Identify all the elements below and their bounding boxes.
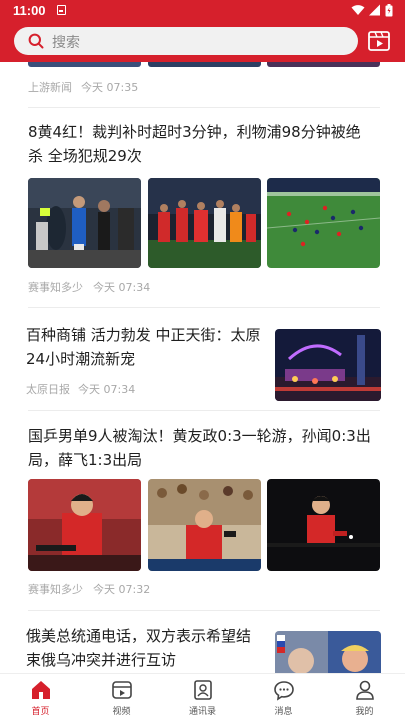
nav-video[interactable]: 视频 (81, 674, 162, 720)
nav-label: 消息 (274, 707, 293, 717)
news-thumbnail (28, 479, 141, 571)
divider (28, 610, 380, 611)
news-time: 今天 07:32 (93, 583, 151, 596)
video-icon (112, 681, 132, 699)
news-feed[interactable]: 上游新闻 今天 07:35 8黄4红！裁判补时超时3分钟，利物浦98分钟被绝 杀… (0, 62, 405, 673)
nav-message[interactable]: 消息 (243, 674, 324, 720)
signal-icon (369, 4, 380, 16)
news-thumbnail (28, 178, 141, 268)
app-header: 11:00 搜索 (0, 0, 405, 62)
news-time: 今天 07:35 (81, 81, 139, 94)
message-icon (274, 681, 294, 701)
news-thumbnail (148, 479, 261, 571)
nav-label: 首页 (31, 707, 50, 717)
contacts-icon (194, 680, 212, 700)
home-icon (32, 681, 50, 699)
news-thumbnail (275, 631, 381, 673)
notification-app-icon (57, 5, 66, 15)
news-thumbnail (275, 329, 381, 401)
news-title: 8黄4红！裁判补时超时3分钟，利物浦98分钟被绝 杀 全场犯规29次 (28, 123, 361, 165)
nav-contacts[interactable]: 通讯录 (162, 674, 243, 720)
news-source: 上游新闻 (28, 81, 72, 94)
video-play-icon[interactable] (367, 29, 391, 53)
news-thumbnail (267, 178, 380, 268)
news-thumbnail (148, 178, 261, 268)
news-time: 今天 07:34 (78, 383, 136, 396)
status-bar: 11:00 (0, 0, 405, 22)
news-title: 国乒男单9人被淘汰！黄友政0:3一轮游，孙闻0:3出 局，薛飞1:3出局 (28, 427, 371, 469)
news-thumbnail (28, 62, 141, 67)
divider (28, 410, 380, 411)
divider (28, 307, 380, 308)
news-source: 赛事知多少 (28, 583, 83, 596)
news-title: 百种商铺 活力勃发 中正天街：太原 24小时潮流新宠 (26, 326, 261, 368)
bottom-nav: 首页 视频 通讯录 消息 我的 (0, 673, 405, 720)
wifi-icon (351, 5, 365, 15)
nav-label: 我的 (355, 707, 374, 717)
news-thumbnail (267, 62, 380, 67)
news-thumbnail (148, 62, 261, 67)
news-time: 今天 07:34 (93, 281, 151, 294)
nav-profile[interactable]: 我的 (324, 674, 405, 720)
nav-home[interactable]: 首页 (0, 674, 81, 720)
search-icon (28, 33, 44, 49)
status-time: 11:00 (13, 3, 46, 18)
news-source: 赛事知多少 (28, 281, 83, 294)
nav-label: 视频 (112, 707, 131, 717)
search-placeholder: 搜索 (52, 35, 80, 51)
news-title: 俄美总统通电话，双方表示希望结 束俄乌冲突并进行互访 (26, 627, 252, 669)
divider (28, 107, 380, 108)
nav-label: 通讯录 (188, 707, 216, 717)
battery-icon (385, 4, 393, 17)
news-source: 太原日报 (26, 383, 70, 396)
profile-icon (356, 680, 374, 700)
search-input[interactable]: 搜索 (14, 27, 358, 55)
news-thumbnail (267, 479, 380, 571)
